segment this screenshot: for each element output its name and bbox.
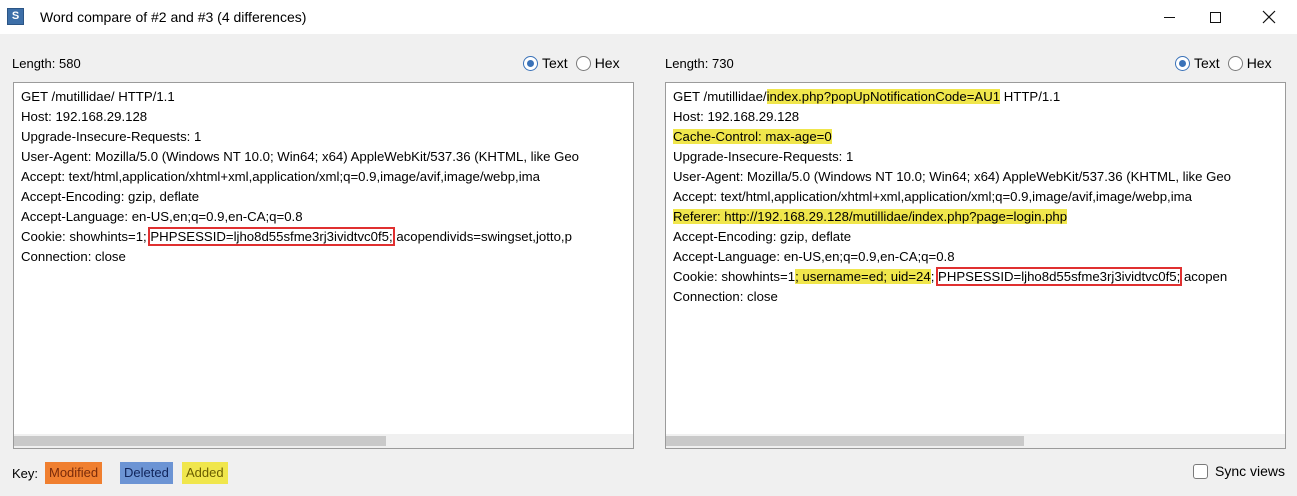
text-line: GET /mutillidae/ HTTP/1.1	[21, 87, 579, 107]
window-title: Word compare of #2 and #3 (4 differences…	[40, 9, 307, 25]
text-segment: GET /mutillidae/ HTTP/1.1	[21, 89, 175, 104]
right-text-radio[interactable]	[1175, 55, 1190, 71]
text-line: Connection: close	[21, 247, 579, 267]
text-line: User-Agent: Mozilla/5.0 (Windows NT 10.0…	[21, 147, 579, 167]
text-line: Accept-Encoding: gzip, deflate	[21, 187, 579, 207]
sync-views-toggle[interactable]: Sync views	[1193, 463, 1285, 479]
text-segment: Cookie: showhints=1;	[21, 229, 151, 244]
text-line: Accept: text/html,application/xhtml+xml,…	[673, 187, 1231, 207]
text-segment: acopen	[1180, 269, 1228, 284]
added-text: Cache-Control: max-age=0	[673, 129, 832, 144]
text-segment: Accept: text/html,application/xhtml+xml,…	[21, 169, 540, 184]
text-line: Cookie: showhints=1; username=ed; uid=24…	[673, 267, 1231, 287]
key-modified-chip: Modified	[45, 462, 103, 484]
text-segment: Host: 192.168.29.128	[21, 109, 148, 124]
highlighted-session-id: PHPSESSID=ljho8d55sfme3rj3ividtvc0f5;	[148, 227, 395, 246]
close-button[interactable]	[1246, 0, 1292, 34]
text-line: Upgrade-Insecure-Requests: 1	[673, 147, 1231, 167]
text-line: Referer: http://192.168.29.128/mutillida…	[673, 207, 1231, 227]
text-segment: Accept-Encoding: gzip, deflate	[21, 189, 200, 204]
key-label: Key:	[12, 466, 39, 481]
left-request-lines: GET /mutillidae/ HTTP/1.1 Host: 192.168.2…	[21, 87, 579, 267]
text-line: User-Agent: Mozilla/5.0 (Windows NT 10.0…	[673, 167, 1231, 187]
text-line: Accept-Language: en-US,en;q=0.9,en-CA;q=…	[21, 207, 579, 227]
text-segment: User-Agent: Mozilla/5.0 (Windows NT 10.0…	[673, 169, 1232, 184]
text-segment: Host: 192.168.29.128	[673, 109, 800, 124]
left-scroll-thumb[interactable]	[14, 436, 386, 446]
text-line: GET /mutillidae/index.php?popUpNotificat…	[673, 87, 1231, 107]
right-view-mode: Text Hex	[1175, 55, 1280, 71]
text-line: Accept: text/html,application/xhtml+xml,…	[21, 167, 579, 187]
text-segment: Accept-Language: en-US,en;q=0.9,en-CA;q=…	[673, 249, 955, 264]
app-icon: S	[7, 8, 24, 25]
text-segment: Accept-Language: en-US,en;q=0.9,en-CA;q=…	[21, 209, 303, 224]
right-hex-radio-label[interactable]: Hex	[1247, 55, 1272, 71]
right-length-label: Length: 730	[665, 56, 734, 71]
left-text-radio-label[interactable]: Text	[542, 55, 568, 71]
text-line: Cache-Control: max-age=0	[673, 127, 1231, 147]
text-line: Cookie: showhints=1; PHPSESSID=ljho8d55s…	[21, 227, 579, 247]
added-text: ; username=ed; uid=24	[795, 269, 931, 284]
text-segment: Connection: close	[21, 249, 126, 264]
left-horizontal-scrollbar[interactable]	[14, 434, 633, 448]
left-request-text[interactable]: GET /mutillidae/ HTTP/1.1 Host: 192.168.2…	[13, 82, 634, 449]
text-line: Accept-Language: en-US,en;q=0.9,en-CA;q=…	[673, 247, 1231, 267]
text-line: Host: 192.168.29.128	[673, 107, 1231, 127]
text-segment: Accept: text/html,application/xhtml+xml,…	[673, 189, 1192, 204]
text-segment: acopendivids=swingset,jotto,p	[392, 229, 572, 244]
text-segment: ;	[930, 269, 939, 284]
text-line: Host: 192.168.29.128	[21, 107, 579, 127]
text-segment: HTTP/1.1	[1000, 89, 1061, 104]
added-text: index.php?popUpNotificationCode=AU1	[766, 89, 1001, 104]
maximize-icon	[1209, 11, 1221, 23]
text-segment: User-Agent: Mozilla/5.0 (Windows NT 10.0…	[21, 149, 580, 164]
left-hex-radio[interactable]	[575, 55, 591, 71]
text-segment: Accept-Encoding: gzip, deflate	[673, 229, 852, 244]
text-line: Upgrade-Insecure-Requests: 1	[21, 127, 579, 147]
minimize-icon	[1163, 16, 1175, 18]
right-hex-radio[interactable]	[1227, 55, 1243, 71]
left-hex-radio-label[interactable]: Hex	[595, 55, 620, 71]
added-text: Referer: http://192.168.29.128/mutillida…	[673, 209, 1068, 224]
text-segment: Cookie: showhints=1	[673, 269, 796, 284]
maximize-button[interactable]	[1192, 0, 1238, 34]
key-deleted-chip: Deleted	[120, 462, 173, 484]
right-request-lines: GET /mutillidae/index.php?popUpNotificat…	[673, 87, 1231, 307]
text-segment: Upgrade-Insecure-Requests: 1	[673, 149, 854, 164]
text-segment: Connection: close	[673, 289, 778, 304]
close-icon	[1262, 10, 1276, 24]
sync-views-checkbox[interactable]	[1193, 463, 1208, 479]
text-segment: Upgrade-Insecure-Requests: 1	[21, 129, 202, 144]
text-line: Connection: close	[673, 287, 1231, 307]
left-view-mode: Text Hex	[523, 55, 628, 71]
right-scroll-thumb[interactable]	[666, 436, 1024, 446]
minimize-button[interactable]	[1146, 0, 1192, 34]
left-text-radio[interactable]	[523, 55, 538, 71]
left-length-label: Length: 580	[12, 56, 81, 71]
right-request-text[interactable]: GET /mutillidae/index.php?popUpNotificat…	[665, 82, 1286, 449]
text-segment: GET /mutillidae/	[673, 89, 767, 104]
highlighted-session-id: PHPSESSID=ljho8d55sfme3rj3ividtvc0f5;	[936, 267, 1183, 286]
text-line: Accept-Encoding: gzip, deflate	[673, 227, 1231, 247]
right-horizontal-scrollbar[interactable]	[666, 434, 1285, 448]
right-text-radio-label[interactable]: Text	[1194, 55, 1220, 71]
key-added-chip: Added	[182, 462, 228, 484]
sync-views-label[interactable]: Sync views	[1215, 463, 1285, 479]
title-bar: S Word compare of #2 and #3 (4 differenc…	[0, 0, 1297, 34]
